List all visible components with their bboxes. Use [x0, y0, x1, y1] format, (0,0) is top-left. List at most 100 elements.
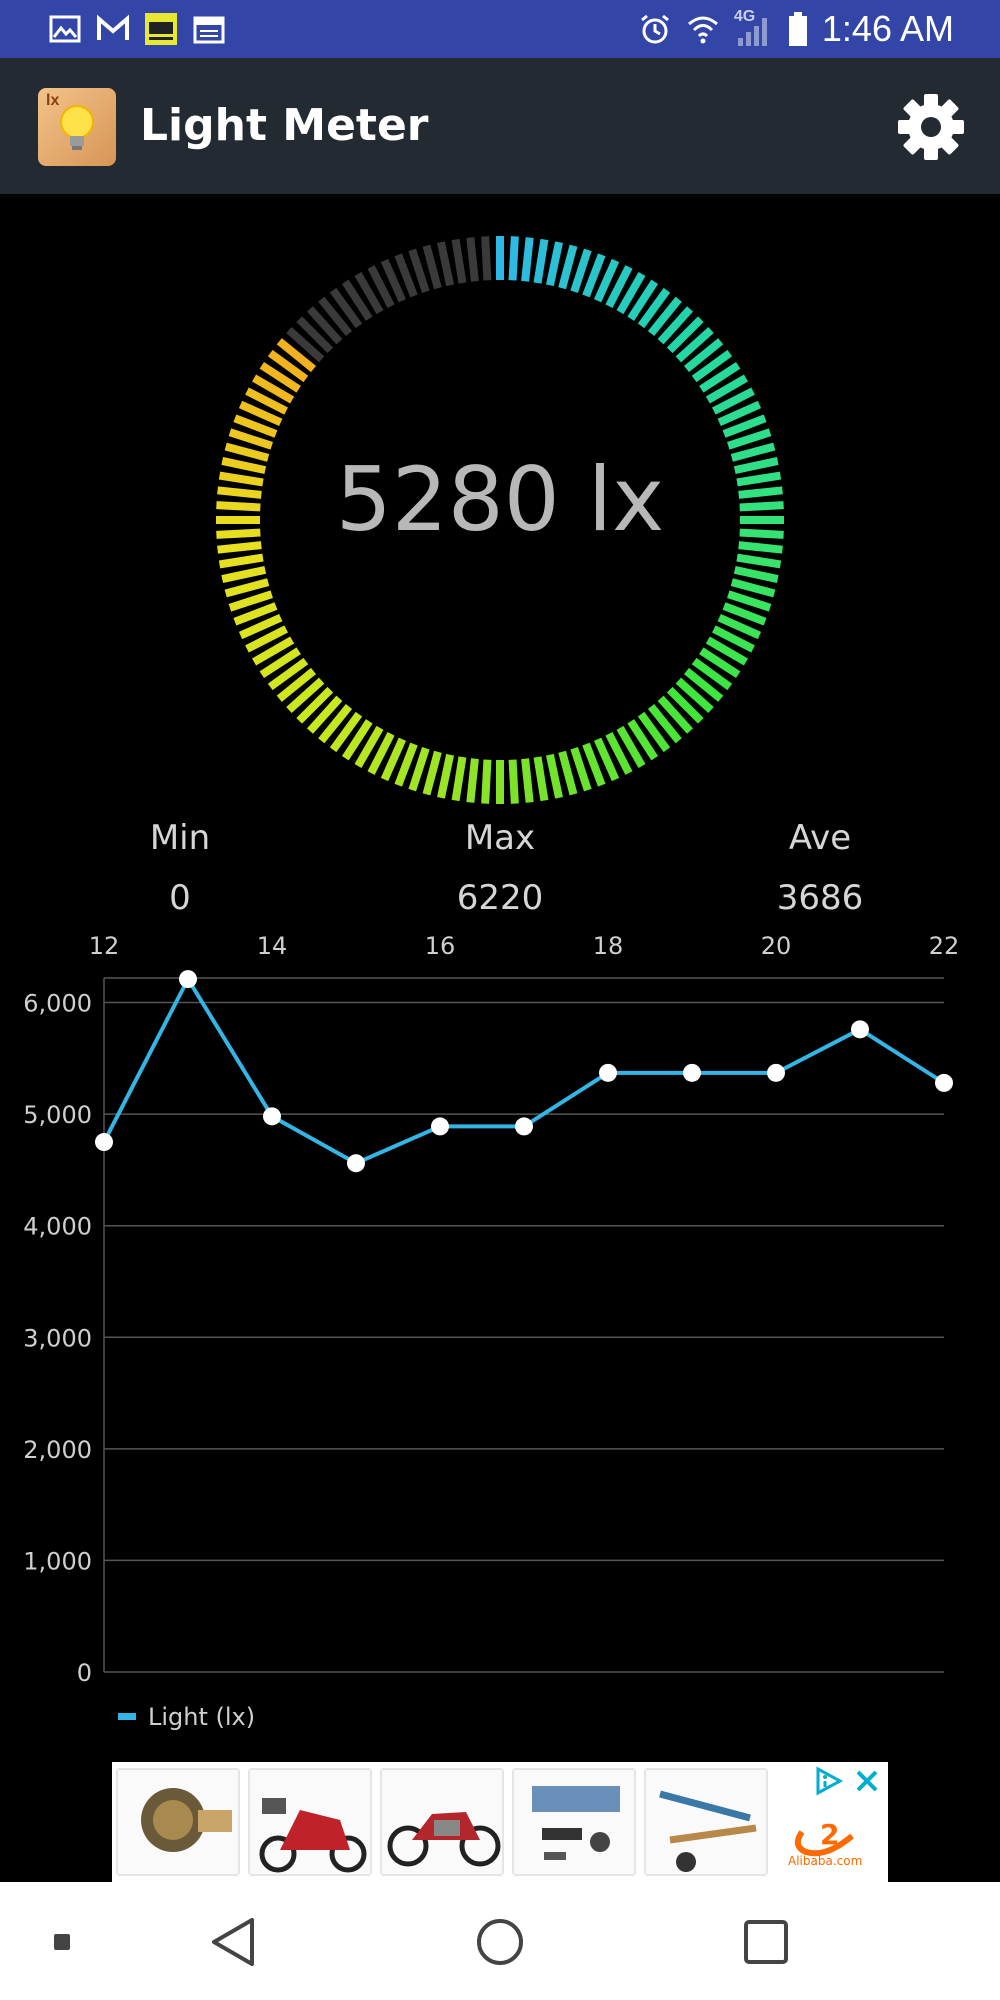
- min-stat: Min 0: [50, 816, 310, 920]
- max-label: Max: [464, 818, 536, 858]
- y-tick-label: 0: [77, 1659, 92, 1687]
- data-point: [431, 1117, 449, 1136]
- data-point: [179, 970, 197, 989]
- notification-icons: [48, 12, 226, 46]
- gauge-tick: [508, 236, 519, 281]
- min-value: 0: [169, 878, 191, 918]
- legend-label: Light (lx): [148, 1703, 255, 1731]
- legend-swatch: [118, 1713, 136, 1720]
- data-point: [263, 1107, 281, 1126]
- y-tick-label: 6,000: [23, 990, 92, 1018]
- gauge-tick: [570, 747, 592, 792]
- gauge-tick: [466, 237, 479, 282]
- system-icons: 4G 1:46 AM: [638, 6, 954, 52]
- lightbulb-icon: [60, 105, 94, 150]
- gauge-tick: [727, 590, 772, 612]
- app-bar: lx Light Meter: [0, 58, 1000, 194]
- adchoices-icon[interactable]: [812, 1766, 846, 1796]
- x-tick-label: 18: [593, 932, 624, 960]
- gauge-tick: [558, 750, 578, 796]
- series-line: [102, 977, 946, 1166]
- ad-tile-electric-scooter[interactable]: [248, 1768, 372, 1876]
- back-button[interactable]: [194, 1902, 274, 1982]
- max-value: 6220: [456, 878, 544, 918]
- gauge-tick: [224, 578, 270, 598]
- data-point: [767, 1063, 785, 1082]
- ad-tile-dental-tools[interactable]: [644, 1768, 768, 1876]
- gauge-tick: [733, 565, 779, 583]
- ad-banner[interactable]: 2 Alibaba.com: [112, 1762, 888, 1882]
- status-bar: 4G 1:46 AM: [0, 0, 1000, 58]
- ave-stat: Ave 3686: [690, 816, 950, 920]
- light-history-chart: 0 1,000 2,000 3,000 4,000 5,000 6,000 12 14 16 18 2…: [23, 932, 960, 1731]
- gauge-tick: [422, 750, 442, 796]
- svg-text:2: 2: [820, 1818, 839, 1851]
- data-point: [851, 1020, 869, 1039]
- recents-button[interactable]: [726, 1902, 806, 1982]
- ad-tile-oil-pressure-switch[interactable]: [116, 1768, 240, 1876]
- app-icon: lx: [38, 88, 116, 166]
- battery-icon: [788, 12, 807, 46]
- y-tick-label: 5,000: [23, 1101, 92, 1129]
- gauge-tick: [508, 759, 519, 804]
- gauge-tick: [570, 248, 592, 293]
- y-tick-label: 2,000: [23, 1436, 92, 1464]
- data-point: [935, 1073, 953, 1092]
- gauge-tick: [481, 236, 492, 281]
- y-tick-label: 3,000: [23, 1324, 92, 1352]
- gauge-tick: [533, 756, 549, 802]
- x-tick-label: 12: [89, 932, 120, 960]
- gauge-tick: [521, 758, 534, 803]
- x-tick-label: 22: [929, 932, 960, 960]
- motorcycle-image: [387, 1812, 501, 1867]
- ave-value: 3686: [776, 878, 864, 918]
- tool-kit-image: [532, 1786, 620, 1860]
- min-label: Min: [149, 818, 211, 858]
- alibaba-brand: Alibaba.com: [788, 1854, 863, 1868]
- oil-pressure-switch-image: [141, 1788, 232, 1852]
- gauge-tick: [481, 759, 492, 804]
- gauge-tick: [408, 248, 430, 293]
- y-tick-label: 4,000: [23, 1213, 92, 1241]
- home-button[interactable]: [460, 1902, 540, 1982]
- gauge-tick: [218, 553, 264, 569]
- x-tick-label: 14: [257, 932, 288, 960]
- image-icon: [49, 15, 81, 43]
- max-stat: Max 6220: [370, 816, 630, 920]
- alarm-icon: [640, 14, 669, 44]
- gauge-tick: [221, 565, 267, 583]
- close-icon[interactable]: [854, 1768, 880, 1794]
- wifi-icon: [687, 16, 718, 44]
- gauge-tick: [437, 241, 455, 287]
- gauge-tick: [408, 747, 430, 792]
- gauge-tick: [730, 578, 776, 598]
- gear-icon[interactable]: [896, 92, 966, 162]
- alibaba-logo[interactable]: 2 Alibaba.com: [782, 1802, 882, 1872]
- x-tick-label: 20: [761, 932, 792, 960]
- gauge-tick: [228, 590, 273, 612]
- electric-scooter-image: [259, 1798, 367, 1873]
- gauge-tick: [521, 237, 534, 282]
- gauge-tick: [533, 238, 549, 284]
- page-title: Light Meter: [140, 100, 429, 151]
- gauge-tick: [727, 428, 772, 450]
- gauge-tick: [558, 244, 578, 290]
- navigation-bar: [0, 1882, 1000, 2000]
- gauge-tick: [545, 753, 563, 799]
- gauge-tick: [451, 756, 467, 802]
- clock: 1:46 AM: [821, 8, 954, 49]
- straight-talk-icon: [145, 13, 177, 45]
- ad-tile-tool-kit[interactable]: [512, 1768, 636, 1876]
- gauge-tick: [736, 553, 782, 569]
- dental-tools-image: [659, 1790, 757, 1872]
- dot-button[interactable]: [22, 1902, 102, 1982]
- gauge-tick: [545, 241, 563, 287]
- gauge-tick: [228, 428, 273, 450]
- data-point: [599, 1063, 617, 1082]
- network-indicator: 4G: [734, 6, 774, 52]
- data-point: [683, 1063, 701, 1082]
- calendar-icon: [193, 16, 225, 44]
- x-tick-label: 16: [425, 932, 456, 960]
- data-point: [95, 1133, 113, 1152]
- ad-tile-motorcycle[interactable]: [380, 1768, 504, 1876]
